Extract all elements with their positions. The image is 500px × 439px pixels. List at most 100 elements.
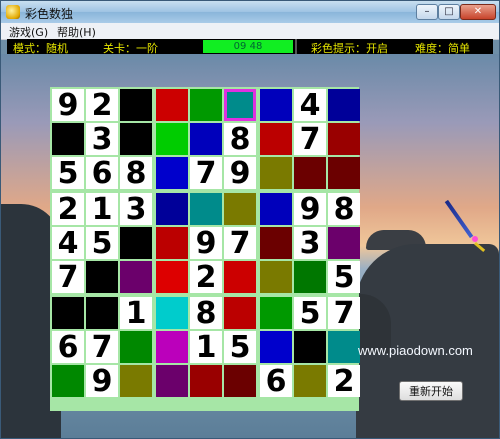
minimize-button[interactable]: – xyxy=(416,4,438,20)
menu-game[interactable]: 游戏(G) xyxy=(9,24,48,40)
menu-help[interactable]: 帮助(H) xyxy=(57,24,96,40)
close-button[interactable]: ✕ xyxy=(460,4,496,20)
cell-digit: 4 xyxy=(52,227,84,261)
sudoku-cell[interactable]: 3 xyxy=(120,193,152,227)
cell-digit: 4 xyxy=(294,89,326,123)
sudoku-cell[interactable]: 9 xyxy=(294,193,326,227)
sudoku-cell[interactable] xyxy=(190,193,222,225)
sudoku-cell[interactable]: 1 xyxy=(120,297,152,331)
sudoku-cell[interactable] xyxy=(120,261,152,293)
sudoku-cell[interactable] xyxy=(190,123,222,155)
sudoku-cell[interactable]: 7 xyxy=(52,261,84,295)
sudoku-cell[interactable] xyxy=(294,331,326,363)
cell-digit: 9 xyxy=(224,157,256,191)
sudoku-cell[interactable]: 5 xyxy=(328,261,360,295)
sudoku-cell[interactable] xyxy=(120,89,152,121)
cell-digit: 9 xyxy=(294,193,326,227)
sudoku-cell[interactable]: 2 xyxy=(52,193,84,227)
cell-digit: 2 xyxy=(52,193,84,227)
sudoku-cell[interactable] xyxy=(156,365,188,397)
cell-digit: 2 xyxy=(86,89,118,123)
sudoku-cell[interactable]: 6 xyxy=(52,331,84,365)
sudoku-cell[interactable] xyxy=(120,227,152,259)
sudoku-cell[interactable] xyxy=(224,365,256,397)
sudoku-cell[interactable]: 7 xyxy=(328,297,360,331)
sudoku-cell[interactable]: 4 xyxy=(294,89,326,123)
sudoku-cell[interactable] xyxy=(190,365,222,397)
sudoku-cell[interactable]: 3 xyxy=(86,123,118,157)
cell-digit: 6 xyxy=(260,365,292,399)
sudoku-cell[interactable]: 8 xyxy=(120,157,152,191)
sudoku-cell[interactable] xyxy=(260,227,292,259)
sudoku-cell[interactable]: 5 xyxy=(224,331,256,365)
sudoku-cell[interactable]: 9 xyxy=(224,157,256,191)
sudoku-cell[interactable]: 4 xyxy=(52,227,84,261)
sudoku-cell[interactable] xyxy=(120,365,152,397)
sudoku-cell[interactable] xyxy=(260,89,292,121)
sudoku-cell[interactable]: 7 xyxy=(294,123,326,157)
sudoku-cell[interactable] xyxy=(52,365,84,397)
sudoku-cell[interactable]: 1 xyxy=(86,193,118,227)
cell-digit: 7 xyxy=(328,297,360,331)
sudoku-cell[interactable] xyxy=(260,157,292,189)
sudoku-cell[interactable] xyxy=(120,331,152,363)
sudoku-cell[interactable] xyxy=(328,331,360,363)
sudoku-cell[interactable]: 2 xyxy=(86,89,118,123)
maximize-button[interactable]: □ xyxy=(438,4,460,20)
sudoku-cell[interactable] xyxy=(224,261,256,293)
sudoku-cell[interactable]: 7 xyxy=(86,331,118,365)
sudoku-cell[interactable] xyxy=(260,193,292,225)
sudoku-cell[interactable] xyxy=(156,89,188,121)
restart-button[interactable]: 重新开始 xyxy=(399,381,463,401)
sudoku-cell[interactable]: 9 xyxy=(52,89,84,123)
sudoku-cell[interactable] xyxy=(190,89,222,121)
sudoku-cell[interactable] xyxy=(294,157,326,189)
sudoku-cell[interactable] xyxy=(328,123,360,155)
sudoku-cell[interactable] xyxy=(260,331,292,363)
sudoku-cell[interactable] xyxy=(328,227,360,259)
sudoku-cell[interactable] xyxy=(328,157,360,189)
sudoku-cell[interactable]: 8 xyxy=(224,123,256,157)
sudoku-cell[interactable]: 7 xyxy=(224,227,256,261)
sudoku-cell[interactable] xyxy=(294,365,326,397)
sudoku-cell[interactable]: 7 xyxy=(190,157,222,191)
sudoku-cell[interactable] xyxy=(260,261,292,293)
sudoku-cell[interactable] xyxy=(260,297,292,329)
sudoku-cell[interactable] xyxy=(86,261,118,293)
sudoku-cell[interactable]: 8 xyxy=(190,297,222,331)
sudoku-cell[interactable]: 5 xyxy=(52,157,84,191)
sudoku-cell[interactable] xyxy=(294,261,326,293)
sudoku-cell[interactable] xyxy=(224,193,256,225)
sudoku-cell[interactable] xyxy=(52,297,84,329)
cell-digit: 5 xyxy=(294,297,326,331)
cell-digit: 7 xyxy=(86,331,118,365)
sudoku-cell[interactable]: 6 xyxy=(260,365,292,399)
sudoku-cell[interactable]: 9 xyxy=(190,227,222,261)
sudoku-cell[interactable] xyxy=(86,297,118,329)
sudoku-cell[interactable]: 5 xyxy=(294,297,326,331)
sudoku-cell[interactable] xyxy=(156,261,188,293)
sudoku-cell[interactable] xyxy=(260,123,292,155)
cell-digit: 2 xyxy=(190,261,222,295)
sudoku-cell[interactable] xyxy=(224,297,256,329)
sudoku-cell[interactable] xyxy=(156,157,188,189)
sudoku-cell[interactable] xyxy=(328,89,360,121)
sudoku-cell[interactable]: 6 xyxy=(86,157,118,191)
sudoku-cell[interactable] xyxy=(156,331,188,363)
sudoku-cell[interactable]: 2 xyxy=(190,261,222,295)
window-title: 彩色数独 xyxy=(25,7,74,21)
sudoku-cell[interactable] xyxy=(156,123,188,155)
sudoku-cell[interactable] xyxy=(52,123,84,155)
sudoku-cell[interactable] xyxy=(120,123,152,155)
sudoku-cell[interactable]: 8 xyxy=(328,193,360,227)
sudoku-cell[interactable]: 1 xyxy=(190,331,222,365)
sudoku-cell[interactable] xyxy=(156,193,188,225)
sudoku-cell[interactable] xyxy=(156,227,188,259)
sudoku-cell[interactable] xyxy=(156,297,188,329)
cell-digit: 7 xyxy=(294,123,326,157)
sudoku-cell[interactable]: 9 xyxy=(86,365,118,399)
sudoku-cell[interactable]: 3 xyxy=(294,227,326,261)
sudoku-cell[interactable]: 2 xyxy=(328,365,360,399)
sudoku-cell[interactable]: 5 xyxy=(86,227,118,261)
sudoku-cell[interactable] xyxy=(224,89,256,121)
